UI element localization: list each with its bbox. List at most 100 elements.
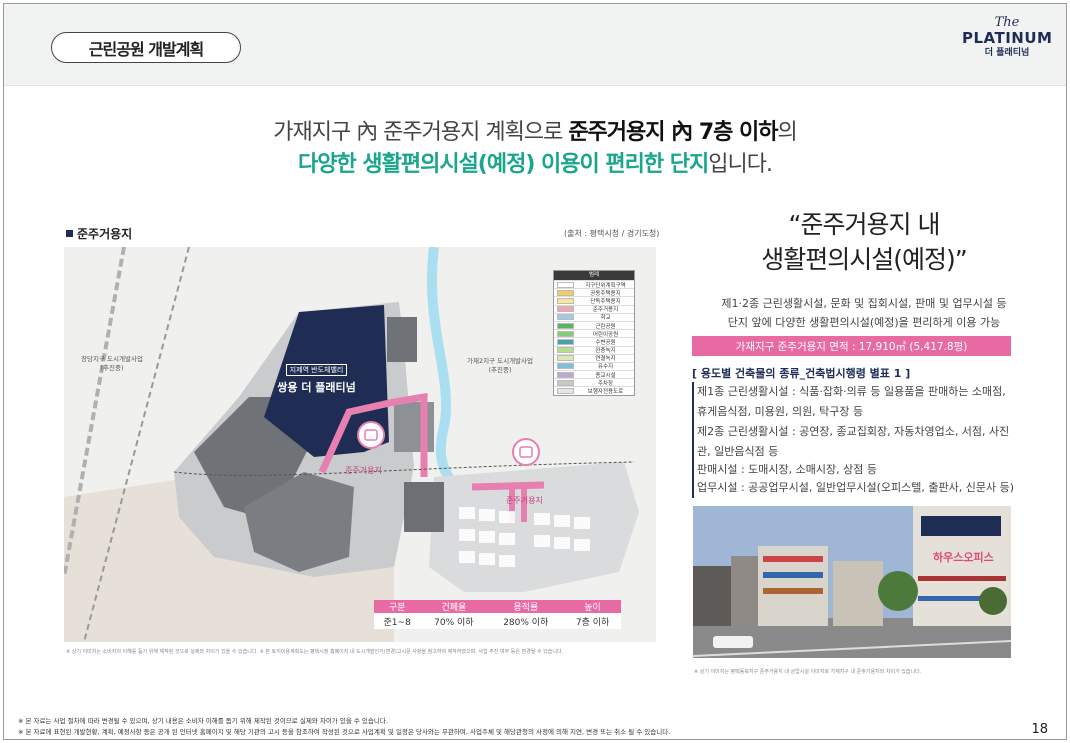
legend-label: 종교시설 xyxy=(595,372,616,379)
legend-swatch xyxy=(557,388,574,395)
brand-logo: The PLATINUM 더 플래티넘 xyxy=(962,16,1052,59)
legend-swatch xyxy=(557,297,574,304)
table-header: 용적률 xyxy=(487,600,565,613)
logo-the: The xyxy=(994,15,1020,30)
legend-swatch xyxy=(557,347,574,354)
legend-swatch xyxy=(557,379,574,386)
legend-label: 근린공원 xyxy=(595,323,616,330)
map-note: ※ 상기 이미지는 소비자의 이해를 돕기 위해 제작된 것으로 실제와 차이가… xyxy=(66,649,564,655)
headline-emphasis: 준주거용지 內 7층 이하 xyxy=(568,120,778,145)
table-header: 구분 xyxy=(374,600,421,613)
legend-label: 공동주택용지 xyxy=(590,290,621,297)
legend-item: 공동주택용지 xyxy=(554,288,634,297)
legend-swatch xyxy=(557,363,574,370)
area-banner: 가재지구 준주거용지 면적 : 17,910㎡ (5,417.8평) xyxy=(692,336,1011,356)
map-caption-text: 준주거용지 xyxy=(77,227,133,241)
headline-line2: 다양한 생활편의시설(예정) 이용이 편리한 단지입니다. xyxy=(4,146,1066,178)
quote-line: 생활편의시설(예정)” xyxy=(761,245,967,274)
legend-label: 보행자전용도로 xyxy=(587,389,624,396)
legend-item: 완충녹지 xyxy=(554,345,634,355)
complex-name: 쌍용 더 플래티넘 xyxy=(277,381,356,394)
map-pin-icon xyxy=(357,421,385,449)
logo-korean: 더 플래티넘 xyxy=(984,48,1030,58)
list-item: 판매시설 : 도매시장, 소매시장, 상점 등 xyxy=(692,460,1017,480)
legend-swatch xyxy=(557,322,574,329)
street-photo-drawing: 하우스오피스 xyxy=(693,506,1011,658)
photo-note: ※ 상기 이미지는 평택동북지구 준주거용지 내 상업시설 이미지로 가재지구 … xyxy=(694,669,922,675)
list-item: 업무시설 : 공공업무시설, 일반업무시설(오피스텔, 출판사, 신문사 등) xyxy=(692,478,1017,498)
table-header: 높이 xyxy=(564,600,621,613)
map-caption: 준주거용지 xyxy=(66,225,132,242)
legend-item: 주차장 xyxy=(554,378,634,387)
legend-label: 수변공원 xyxy=(595,339,616,346)
facility-description: 제1·2종 근린생활시설, 문화 및 집회시설, 판매 및 업무시설 등 단지 … xyxy=(699,294,1029,332)
headline-text: 가재지구 內 준주거용지 계획으로 xyxy=(273,120,569,145)
legend-label: 어린이공원 xyxy=(592,331,619,338)
footer-note: ※ 본 자료에 표현된 개발현황, 계획, 예정사항 등은 공개 된 인터넷 홈… xyxy=(18,728,671,736)
use-list-title: [ 용도별 건축물의 종류_건축법시행령 별표 1 ] xyxy=(692,367,911,380)
map-pin-icon xyxy=(512,438,540,466)
legend-swatch xyxy=(557,338,574,345)
street-photo: 하우스오피스 xyxy=(693,506,1011,658)
legend-swatch xyxy=(557,314,574,321)
legend-item: 종교시설 xyxy=(554,370,634,379)
photo-sign-text: 하우스오피스 xyxy=(933,550,994,564)
map-legend: 범례 지구단위계획구역 공동주택용지 단독주택용지준주거용지 학교 근린공원 어린이공원 수… xyxy=(553,270,635,396)
table-header: 건폐율 xyxy=(420,600,488,613)
legend-item: 수변공원 xyxy=(554,337,634,346)
table-cell: 280% 이하 xyxy=(487,613,565,629)
list-item: 제1종 근린생활시설 : 식품·잡화·의류 등 일용품을 판매하는 소매점, 휴… xyxy=(692,382,1017,422)
legend-swatch xyxy=(557,281,574,288)
legend-swatch xyxy=(557,355,574,362)
zoning-table: 구분 건폐율 용적률 높이 준1~8 70% 이하 280% 이하 7층 이하 xyxy=(374,600,621,629)
legend-swatch xyxy=(557,371,574,378)
legend-swatch xyxy=(557,289,574,296)
table-row: 준1~8 70% 이하 280% 이하 7층 이하 xyxy=(374,613,621,629)
legend-item: 연결녹지 xyxy=(554,353,634,363)
legend-item: 유수지 xyxy=(554,361,634,370)
legend-item: 어린이공원 xyxy=(554,329,634,338)
complex-sub-label: 지제역 반도체밸리 xyxy=(285,364,348,376)
legend-label: 지구단위계획구역 xyxy=(585,282,626,289)
legend-label: 단독주택용지 xyxy=(590,298,621,305)
legend-item: 학교 xyxy=(554,312,634,322)
legend-label: 학교 xyxy=(600,315,611,322)
footer-note: ※ 본 자료는 사업 절차에 따라 변경될 수 있으며, 상기 내용은 소비자 … xyxy=(18,717,388,725)
list-item: 제2종 근린생활시설 : 공연장, 종교집회장, 자동차영업소, 서점, 사진관… xyxy=(692,422,1017,462)
legend-label: 준주거용지 xyxy=(592,307,619,314)
legend-item: 지구단위계획구역 xyxy=(554,280,634,289)
complex-label: 지제역 반도체밸리 쌍용 더 플래티넘 xyxy=(254,357,379,395)
pin-label: 준주거용지 xyxy=(345,466,382,475)
district-label-left: 장당지구 도시개발사업 (추진중) xyxy=(81,355,143,372)
map-source: (출처 : 평택시청 / 경기도청) xyxy=(564,229,660,238)
table-header-row: 구분 건폐율 용적률 높이 xyxy=(374,600,621,613)
square-bullet-icon xyxy=(66,230,73,237)
top-band: 근린공원 개발계획 The PLATINUM 더 플래티넘 xyxy=(4,4,1066,86)
land-use-map: 장당지구 도시개발사업 (추진중) 가재2지구 도시개발사업 (추진중) 지제역… xyxy=(64,247,656,642)
section-title-pill: 근린공원 개발계획 xyxy=(51,32,241,63)
headline-line1: 가재지구 內 준주거용지 계획으로 준주거용지 內 7층 이하의 xyxy=(4,114,1066,146)
table-cell: 70% 이하 xyxy=(420,613,488,629)
pin-label: 준주거용지 xyxy=(506,496,543,505)
table-cell: 7층 이하 xyxy=(564,613,621,629)
legend-label: 연결녹지 xyxy=(595,356,616,363)
legend-item: 근린공원 xyxy=(554,320,634,330)
legend-label: 주차장 xyxy=(597,380,614,387)
legend-swatch xyxy=(557,306,574,313)
quote-line: “준주거용지 내 xyxy=(788,210,941,239)
quote-heading: “준주거용지 내 생활편의시설(예정)” xyxy=(699,207,1029,277)
legend-item: 보행자전용도로 xyxy=(554,386,634,396)
headline-text: 의 xyxy=(777,120,798,145)
legend-label: 완충녹지 xyxy=(595,348,616,355)
desc-line: 단지 앞에 다양한 생활편의시설(예정)을 편리하게 이용 가능 xyxy=(727,316,1001,329)
legend-item: 단독주택용지 xyxy=(554,296,634,305)
legend-item: 준주거용지 xyxy=(554,304,634,314)
table-cell: 준1~8 xyxy=(374,613,421,629)
logo-name: PLATINUM xyxy=(962,29,1053,47)
headline-text: 입니다. xyxy=(708,152,773,177)
legend-swatch xyxy=(557,330,574,337)
page: 근린공원 개발계획 The PLATINUM 더 플래티넘 가재지구 內 준주거… xyxy=(3,3,1067,740)
legend-title: 범례 xyxy=(554,271,634,280)
page-number: 18 xyxy=(1031,722,1048,737)
headline-emphasis-green: 다양한 생활편의시설(예정) 이용이 편리한 단지 xyxy=(297,152,709,177)
